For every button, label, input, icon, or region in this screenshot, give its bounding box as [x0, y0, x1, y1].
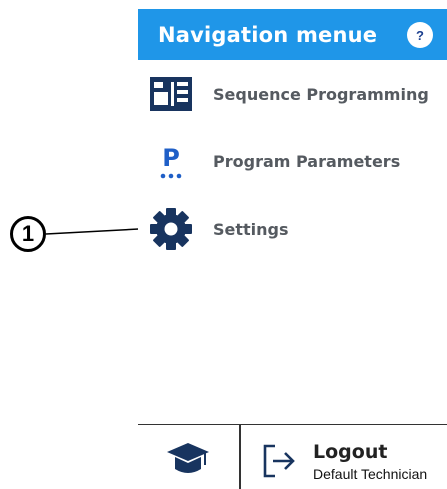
stage: 1 Navigation menue ? Sequence Programmin…: [0, 0, 447, 489]
callout-badge: 1: [10, 216, 46, 252]
sequence-icon: [148, 71, 194, 117]
logout-icon: [261, 443, 297, 479]
logout-button[interactable]: Logout Default Technician: [256, 433, 447, 485]
navigation-header: Navigation menue ?: [138, 9, 447, 60]
navigation-footer: Logout Default Technician: [138, 424, 447, 489]
navigation-panel: Navigation menue ? Sequence Programming: [138, 0, 447, 489]
program-parameters-icon: P: [148, 138, 194, 184]
nav-item-sequence-programming[interactable]: Sequence Programming: [138, 66, 447, 122]
callout-number: 1: [21, 221, 35, 246]
program-parameters-icon-letter: P: [162, 144, 180, 172]
nav-item-label: Sequence Programming: [213, 84, 429, 104]
nav-item-label: Program Parameters: [213, 151, 401, 171]
logout-label: Logout: [313, 441, 388, 463]
help-button[interactable]: ?: [407, 22, 433, 48]
nav-item-label: Settings: [213, 219, 289, 239]
training-button[interactable]: [158, 437, 218, 481]
nav-item-program-parameters[interactable]: P Program Parameters: [138, 133, 447, 189]
footer-divider: [239, 425, 241, 489]
gear-icon: [148, 206, 194, 252]
navigation-title: Navigation menue: [158, 22, 378, 47]
nav-item-settings[interactable]: Settings: [138, 201, 447, 257]
graduation-cap-icon: [167, 443, 209, 473]
help-icon: ?: [416, 27, 424, 43]
current-user-label: Default Technician: [313, 466, 428, 482]
